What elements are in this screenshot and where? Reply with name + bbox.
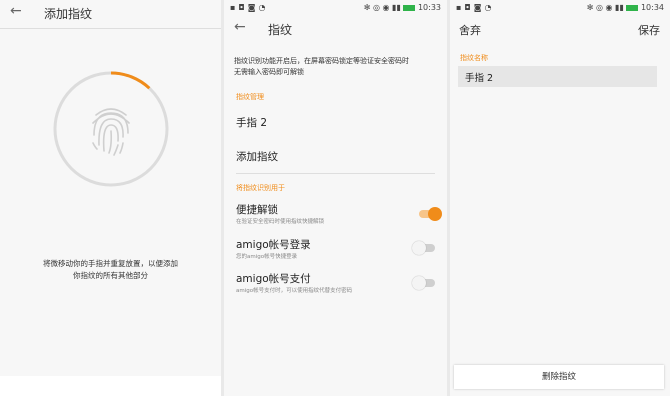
fingerprint-list-item[interactable]: 手指 2: [236, 115, 267, 130]
battery-icon: [403, 4, 416, 11]
option-description: 在验证安全密码时使用指纹快捷解锁: [236, 219, 325, 225]
back-arrow-icon[interactable]: ←: [234, 19, 246, 35]
save-button[interactable]: 保存: [638, 22, 660, 38]
option-label: amigo帐号支付: [236, 273, 311, 285]
toolbar: ← 指纹: [224, 16, 447, 46]
section-header-use: 将指纹识别用于: [236, 184, 285, 192]
option-description: 您的amigo帐号快捷登录: [236, 254, 298, 260]
name-value: 手指 2: [465, 73, 494, 84]
amigo-payment-toggle[interactable]: [412, 276, 435, 290]
bottom-bar: [0, 376, 221, 396]
description: 指纹识别功能开启后，在屏幕密码锁定等验证安全密码时 无需输入密码即可解锁: [234, 57, 409, 76]
instruction-text: 将微移动你的手指并重复放置，以便添加 你指纹的所有其他部分: [43, 259, 178, 280]
amigo-login-toggle[interactable]: [412, 241, 435, 255]
divider: [0, 28, 221, 29]
toolbar: ← 添加指纹: [0, 0, 221, 30]
back-arrow-icon[interactable]: ←: [10, 3, 22, 19]
option-label: 便捷解锁: [236, 204, 278, 216]
add-fingerprint-item[interactable]: 添加指纹: [236, 149, 278, 164]
status-right: ✻ ◎ ◉ ▮▮ 10:34: [586, 3, 664, 12]
section-header-manage: 指纹管理: [236, 93, 264, 101]
delete-fingerprint-button[interactable]: 删除指纹: [454, 365, 664, 389]
toolbar: 舍弃 保存: [450, 16, 670, 46]
fingerprint-settings-screen: ▪◘◙◔ ✻ ◎ ◉ ▮▮ 10:33 ← 指纹 指纹识别功能开启后，在屏幕密码…: [224, 0, 447, 396]
option-description: amigo帐号支付时，可以使用指纹代替支付密码: [236, 288, 353, 294]
status-bar: ▪◘◙◔ ✻ ◎ ◉ ▮▮ 10:34: [450, 0, 670, 16]
status-right: ✻ ◎ ◉ ▮▮ 10:33: [363, 3, 441, 12]
divider: [236, 173, 435, 174]
page-title: 添加指纹: [44, 7, 93, 21]
option-label: amigo帐号登录: [236, 239, 311, 251]
rename-fingerprint-screen: ▪◘◙◔ ✻ ◎ ◉ ▮▮ 10:34 舍弃 保存 指纹名称 手指 2 删除指纹: [450, 0, 670, 396]
toggle-knob: [428, 207, 442, 221]
page-title: 指纹: [268, 23, 293, 37]
fingerprint-name-input[interactable]: 手指 2: [458, 66, 657, 87]
quick-unlock-toggle[interactable]: [419, 207, 442, 221]
discard-button[interactable]: 舍弃: [459, 22, 481, 38]
fingerprint-icon: [92, 108, 130, 156]
notification-icons: ▪◘◙◔: [230, 3, 269, 12]
battery-icon: [626, 4, 639, 11]
status-bar: ▪◘◙◔ ✻ ◎ ◉ ▮▮ 10:33: [224, 0, 447, 16]
toggle-knob: [412, 241, 426, 255]
notification-icons: ▪◘◙◔: [456, 3, 495, 12]
toggle-knob: [412, 276, 426, 290]
name-label: 指纹名称: [460, 54, 488, 62]
add-fingerprint-screen: ← 添加指纹 将微移动你的手指并重复放置，以便添加 你指纹的所有其他部分: [0, 0, 221, 396]
